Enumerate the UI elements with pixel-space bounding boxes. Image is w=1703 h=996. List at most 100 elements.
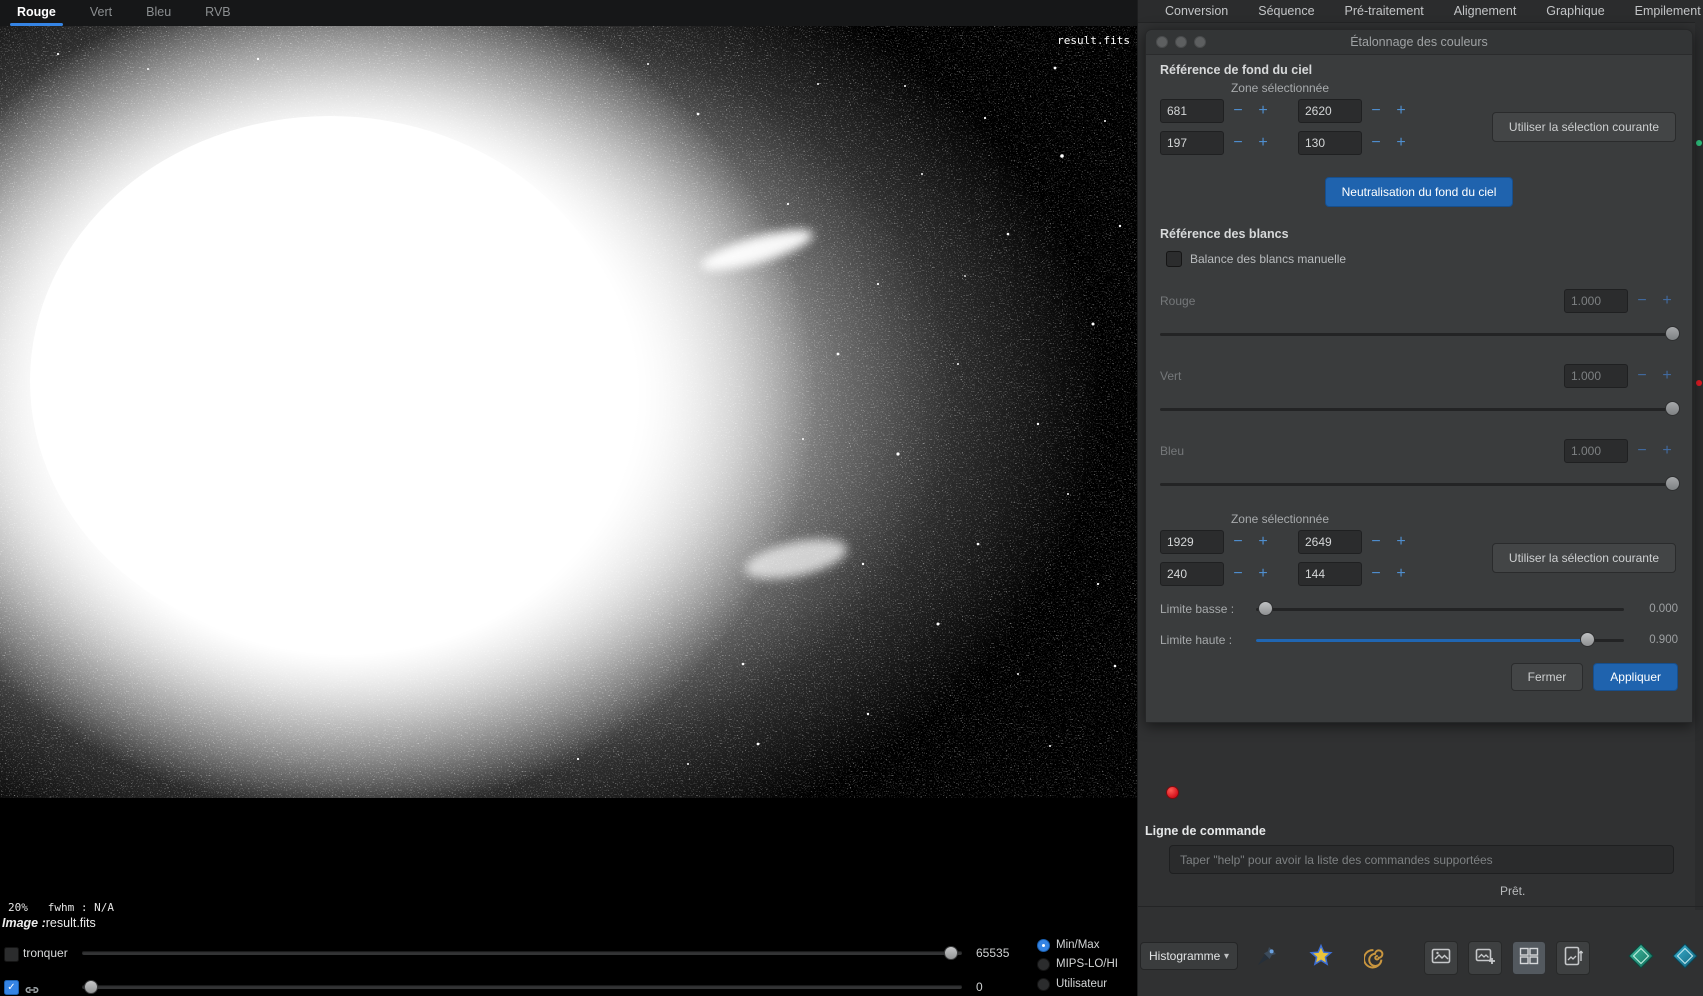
- menu-pretraitement[interactable]: Pré-traitement: [1345, 4, 1424, 18]
- radio-mips[interactable]: [1037, 958, 1050, 971]
- manual-wb-row: Balance des blancs manuelle: [1166, 251, 1678, 267]
- zone1-y-input[interactable]: [1298, 99, 1362, 123]
- neutralize-background-button[interactable]: Neutralisation du fond du ciel: [1324, 177, 1514, 207]
- high-slider[interactable]: [82, 951, 962, 955]
- channel-bleu-slider[interactable]: [1160, 476, 1680, 492]
- menu-graphique[interactable]: Graphique: [1546, 4, 1604, 18]
- low-slider[interactable]: [82, 985, 962, 989]
- plus-icon[interactable]: +: [1390, 530, 1412, 554]
- menu-conversion[interactable]: Conversion: [1165, 4, 1228, 18]
- channel-rouge-label: Rouge: [1160, 294, 1196, 308]
- dialog-body: Référence de fond du ciel Zone sélection…: [1146, 55, 1692, 701]
- image-flip-button[interactable]: [1556, 941, 1590, 975]
- radio-user[interactable]: [1037, 978, 1050, 991]
- channel-rouge-input[interactable]: [1564, 289, 1628, 313]
- high-slider-handle[interactable]: [944, 946, 958, 960]
- channel-vert-handle[interactable]: [1665, 401, 1680, 416]
- minus-icon[interactable]: −: [1365, 131, 1387, 155]
- channel-vert-slider[interactable]: [1160, 401, 1680, 417]
- plus-icon[interactable]: +: [1656, 289, 1678, 313]
- tab-rvb[interactable]: RVB: [188, 0, 247, 26]
- close-button[interactable]: Fermer: [1510, 663, 1584, 691]
- high-limit-value: 0.900: [1649, 634, 1678, 646]
- tab-vert[interactable]: Vert: [73, 0, 129, 26]
- dialog-titlebar[interactable]: Étalonnage des couleurs: [1146, 30, 1692, 55]
- minus-icon[interactable]: −: [1631, 439, 1653, 463]
- side-strip: [1695, 22, 1703, 910]
- toolbar-divider: [1138, 906, 1703, 907]
- minus-icon[interactable]: −: [1365, 562, 1387, 586]
- grid-icon: [1517, 944, 1541, 973]
- plus-icon[interactable]: +: [1656, 439, 1678, 463]
- stack-tool-button-2[interactable]: [1668, 941, 1702, 975]
- tab-rouge[interactable]: Rouge: [0, 0, 73, 26]
- low-limit-slider[interactable]: [1256, 601, 1624, 617]
- menu-sequence[interactable]: Séquence: [1258, 4, 1314, 18]
- zone1-w-input[interactable]: [1160, 131, 1224, 155]
- spiral-tool-button[interactable]: [1360, 941, 1394, 975]
- zone2-h-input[interactable]: [1298, 562, 1362, 586]
- minus-icon[interactable]: −: [1227, 562, 1249, 586]
- manual-wb-checkbox[interactable]: [1166, 251, 1182, 267]
- apply-button[interactable]: Appliquer: [1593, 663, 1678, 691]
- menu-alignement[interactable]: Alignement: [1454, 4, 1517, 18]
- low-slider-handle[interactable]: [84, 980, 98, 994]
- tab-bleu[interactable]: Bleu: [129, 0, 188, 26]
- minus-icon[interactable]: −: [1227, 131, 1249, 155]
- zone2-block: − + − + − +: [1160, 530, 1678, 586]
- channel-bleu-spin: − +: [1564, 439, 1678, 463]
- menu-empilement[interactable]: Empilement: [1635, 4, 1701, 18]
- link-checkbox[interactable]: ✓: [4, 980, 19, 995]
- channel-vert-label: Vert: [1160, 369, 1182, 383]
- minus-icon[interactable]: −: [1365, 99, 1387, 123]
- fits-image: [0, 26, 1137, 798]
- zone2-w-input[interactable]: [1160, 562, 1224, 586]
- plus-icon[interactable]: +: [1252, 530, 1274, 554]
- high-limit-slider[interactable]: [1256, 632, 1624, 648]
- channel-row-vert: Vert − +: [1160, 364, 1678, 388]
- image-add-button[interactable]: [1468, 941, 1502, 975]
- plus-icon[interactable]: +: [1252, 99, 1274, 123]
- radio-mips-label: MIPS-LO/HI: [1056, 958, 1118, 970]
- high-limit-handle[interactable]: [1580, 632, 1596, 647]
- plus-icon[interactable]: +: [1390, 99, 1412, 123]
- minus-icon[interactable]: −: [1227, 99, 1249, 123]
- grid-view-button[interactable]: [1512, 941, 1546, 975]
- minus-icon[interactable]: −: [1631, 364, 1653, 388]
- stack-tool-button-1[interactable]: [1624, 941, 1658, 975]
- low-limit-row: Limite basse : 0.000: [1160, 601, 1678, 617]
- plus-icon[interactable]: +: [1252, 131, 1274, 155]
- use-selection-button-1[interactable]: Utiliser la sélection courante: [1491, 112, 1676, 142]
- zone1-h-input[interactable]: [1298, 131, 1362, 155]
- low-limit-handle[interactable]: [1258, 601, 1273, 616]
- radio-minmax[interactable]: [1037, 939, 1050, 952]
- use-selection-button-2[interactable]: Utiliser la sélection courante: [1491, 543, 1676, 573]
- plus-icon[interactable]: +: [1390, 131, 1412, 155]
- photo-frame-flip-icon: [1561, 944, 1585, 973]
- channel-vert-input[interactable]: [1564, 364, 1628, 388]
- truncate-checkbox[interactable]: [4, 947, 19, 962]
- plus-icon[interactable]: +: [1252, 562, 1274, 586]
- plus-icon[interactable]: +: [1656, 364, 1678, 388]
- pin-tool-button[interactable]: [1250, 941, 1284, 975]
- zone2-y-input[interactable]: [1298, 530, 1362, 554]
- channel-bleu-handle[interactable]: [1665, 476, 1680, 491]
- channel-rouge-slider[interactable]: [1160, 326, 1680, 342]
- minus-icon[interactable]: −: [1365, 530, 1387, 554]
- minus-icon[interactable]: −: [1227, 530, 1249, 554]
- star-tool-button[interactable]: [1304, 941, 1338, 975]
- zone1-x-input[interactable]: [1160, 99, 1224, 123]
- display-mode-dropdown[interactable]: Histogramme ▾: [1140, 942, 1238, 970]
- channel-rouge-handle[interactable]: [1665, 326, 1680, 341]
- command-input[interactable]: [1169, 845, 1674, 874]
- spiral-galaxy-icon: [1363, 943, 1390, 974]
- minus-icon[interactable]: −: [1631, 289, 1653, 313]
- channel-bleu-input[interactable]: [1564, 439, 1628, 463]
- background-ref-heading: Référence de fond du ciel: [1160, 63, 1313, 77]
- image-canvas[interactable]: result.fits: [0, 26, 1137, 798]
- channel-bleu-label: Bleu: [1160, 444, 1185, 458]
- high-limit-label: Limite haute :: [1160, 633, 1233, 647]
- plus-icon[interactable]: +: [1390, 562, 1412, 586]
- zone2-x-input[interactable]: [1160, 530, 1224, 554]
- image-frame-button[interactable]: [1424, 941, 1458, 975]
